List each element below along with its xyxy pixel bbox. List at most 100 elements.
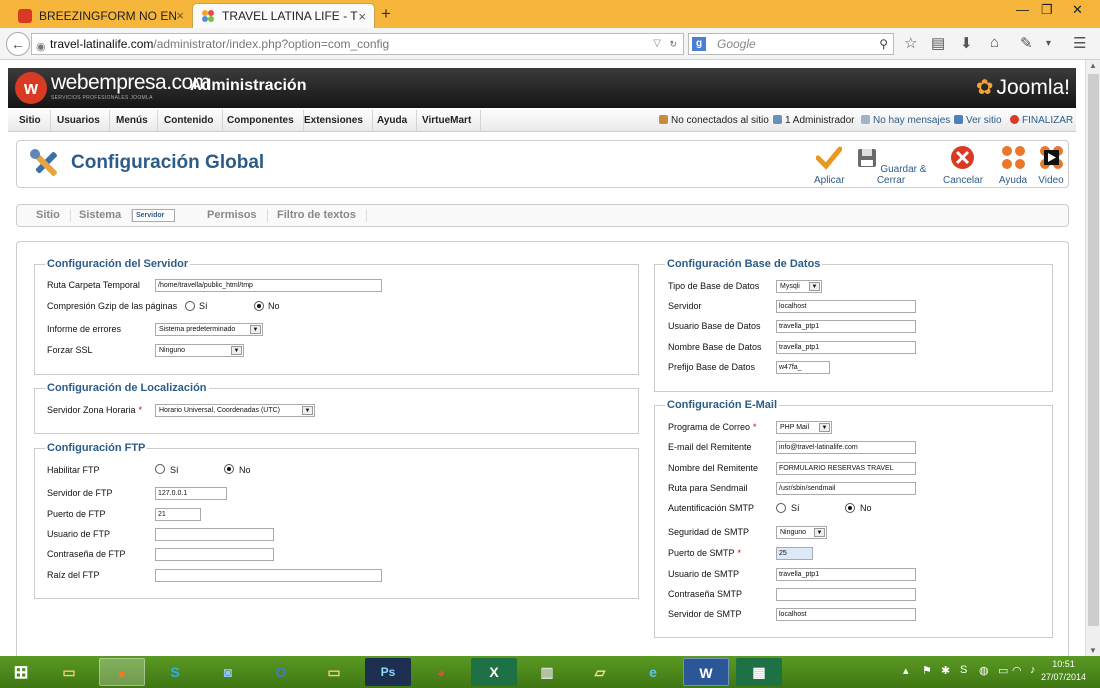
url-bar[interactable]: ◉ travel-latinalife.com/administrator/in… (31, 33, 684, 55)
menu-item-extensiones[interactable]: Extensiones (295, 110, 373, 132)
word-taskbar-icon[interactable]: W (683, 658, 729, 686)
ftp-no-radio[interactable] (224, 464, 234, 474)
smtp-auth-yes-radio[interactable] (776, 503, 786, 513)
db-type-select[interactable]: Mysqli ▼ (776, 280, 822, 293)
close-tab-icon[interactable]: × (176, 8, 184, 23)
apply-button[interactable]: Aplicar (814, 145, 845, 186)
mail-from-input[interactable]: info@travel-latinalife.com (776, 441, 916, 454)
db-user-input[interactable]: travella_ptp1 (776, 320, 916, 333)
db-prefix-input[interactable]: w47fa_ (776, 361, 830, 374)
menu-item-componentes[interactable]: Componentes (218, 110, 304, 132)
ftp-user-input[interactable] (155, 528, 274, 541)
smtp-user-input[interactable]: travella_ptp1 (776, 568, 916, 581)
force-ssl-select[interactable]: Ninguno ▼ (155, 344, 244, 357)
tray-screen-icon[interactable]: ▭ (998, 664, 1008, 677)
project-taskbar-icon[interactable]: ▥ (524, 658, 570, 686)
chrome-taskbar-icon[interactable]: ◕ (418, 658, 464, 686)
scroll-up-icon[interactable]: ▲ (1089, 61, 1097, 70)
tray-volume-icon[interactable]: ♪ (1030, 664, 1036, 676)
menu-item-virtuemart[interactable]: VirtueMart (413, 110, 482, 132)
smtp-security-select[interactable]: Ninguno ▼ (776, 526, 827, 539)
menu-item-contenido[interactable]: Contenido (155, 110, 224, 132)
tray-flag-icon[interactable]: ⚑ (922, 664, 932, 677)
ftp-root-input[interactable] (155, 569, 382, 582)
ftp-server-input[interactable]: 127.0.0.1 (155, 487, 227, 500)
browser-tab-breezingform[interactable]: BREEZINGFORM NO ENVIA... × (10, 3, 192, 28)
video-button[interactable]: Video (1038, 145, 1064, 186)
tray-app-icon[interactable]: ◍ (979, 664, 989, 677)
smtp-password-input[interactable] (776, 588, 916, 601)
from-name-input[interactable]: FORMULARIO RESERVAS TRAVEL (776, 462, 916, 475)
tray-network-app-icon[interactable]: ✱ (941, 664, 950, 677)
minimize-button[interactable]: — (1016, 2, 1029, 17)
cancel-button[interactable]: Cancelar (943, 145, 983, 186)
status-messages[interactable]: No hay mensajes (861, 110, 950, 132)
menu-item-usuarios[interactable]: Usuarios (48, 110, 110, 132)
file-explorer-taskbar-icon[interactable]: ▭ (46, 658, 92, 686)
browser-tab-travel-latina[interactable]: TRAVEL LATINA LIFE - TO... × (192, 3, 375, 28)
tab-servidor[interactable]: Servidor (132, 209, 176, 222)
ftp-yes-radio[interactable] (155, 464, 165, 474)
help-button[interactable]: Ayuda (998, 145, 1028, 186)
close-window-button[interactable]: ✕ (1072, 2, 1083, 18)
db-name-input[interactable]: travella_ptp1 (776, 341, 916, 354)
notes-taskbar-icon[interactable]: ▱ (577, 658, 623, 686)
menu-item-menus[interactable]: Menús (107, 110, 158, 132)
save-close-button[interactable]: Guardar & Cerrar (855, 145, 927, 186)
db-server-input[interactable]: localhost (776, 300, 916, 313)
scroll-down-icon[interactable]: ▼ (1089, 646, 1097, 655)
tab-filtro-textos[interactable]: Filtro de textos (267, 209, 367, 222)
tab-permisos[interactable]: Permisos (197, 209, 268, 222)
gzip-no-radio[interactable] (254, 301, 264, 311)
new-tab-button[interactable]: + (381, 4, 391, 24)
remote-desktop-taskbar-icon[interactable]: ◙ (205, 658, 251, 686)
view-site-link[interactable]: Ver sitio (954, 110, 1002, 132)
error-reporting-select[interactable]: Sistema predeterminado ▼ (155, 323, 263, 336)
reload-icon[interactable]: ↻ (669, 34, 677, 54)
menu-item-sitio[interactable]: Sitio (10, 110, 51, 132)
folder-taskbar-icon[interactable]: ▭ (311, 658, 357, 686)
logout-link[interactable]: FINALIZAR (1010, 110, 1073, 132)
photoshop-taskbar-icon[interactable]: Ps (365, 658, 411, 686)
hamburger-menu-icon[interactable]: ☰ (1073, 34, 1086, 52)
download-icon[interactable]: ⬇ (960, 34, 973, 52)
close-tab-icon[interactable]: × (358, 9, 366, 24)
skype-taskbar-icon[interactable]: S (152, 658, 198, 686)
tmp-path-input[interactable]: /home/travella/public_html/tmp (155, 279, 382, 292)
scrollbar-thumb[interactable] (1088, 74, 1099, 626)
mailer-select[interactable]: PHP Mail ▼ (776, 421, 832, 434)
extension-dropdown-icon[interactable]: ▾ (1046, 38, 1051, 49)
sendmail-path-input[interactable]: /usr/sbin/sendmail (776, 482, 916, 495)
outlook-taskbar-icon[interactable]: O (258, 658, 304, 686)
page-scrollbar[interactable]: ▲ ▼ (1085, 60, 1100, 656)
ftp-port-input[interactable]: 21 (155, 508, 201, 521)
bookmark-star-icon[interactable]: ☆ (904, 34, 917, 52)
gzip-yes-radio[interactable] (185, 301, 195, 311)
ftp-password-input[interactable] (155, 548, 274, 561)
smtp-auth-no-radio[interactable] (845, 503, 855, 513)
search-icon[interactable]: ⚲ (879, 34, 888, 54)
timezone-select[interactable]: Horario Universal, Coordenadas (UTC) ▼ (155, 404, 315, 417)
smtp-port-input[interactable]: 25 (776, 547, 813, 560)
home-icon[interactable]: ⌂ (990, 34, 999, 51)
bookmarks-list-icon[interactable]: ▤ (931, 34, 945, 52)
tray-skype-icon[interactable]: S (960, 664, 967, 676)
tab-sitio[interactable]: Sitio (26, 209, 71, 222)
tray-wifi-icon[interactable]: ◠ (1012, 664, 1022, 677)
search-input[interactable]: g Google ⚲ (688, 33, 894, 55)
spreadsheet-taskbar-icon[interactable]: ▦ (736, 658, 782, 686)
menu-item-ayuda[interactable]: Ayuda (368, 110, 418, 132)
maximize-button[interactable]: ❐ (1041, 2, 1053, 18)
url-history-dropdown-icon[interactable]: ▽ (653, 34, 661, 54)
smtp-host-input[interactable]: localhost (776, 608, 916, 621)
internet-explorer-taskbar-icon[interactable]: e (630, 658, 676, 686)
start-button-icon[interactable]: ⊞ (3, 658, 39, 686)
server-settings-fieldset: Configuración del Servidor Ruta Carpeta … (34, 258, 639, 375)
tab-sistema[interactable]: Sistema (69, 209, 133, 222)
tray-expand-icon[interactable]: ▴ (903, 664, 909, 677)
firefox-taskbar-icon[interactable]: ● (99, 658, 145, 686)
extension-icon[interactable]: ✎ (1020, 34, 1033, 52)
taskbar-clock[interactable]: 10:51 27/07/2014 (1041, 658, 1086, 684)
back-button[interactable]: ← (6, 32, 30, 56)
excel-taskbar-icon[interactable]: X (471, 658, 517, 686)
